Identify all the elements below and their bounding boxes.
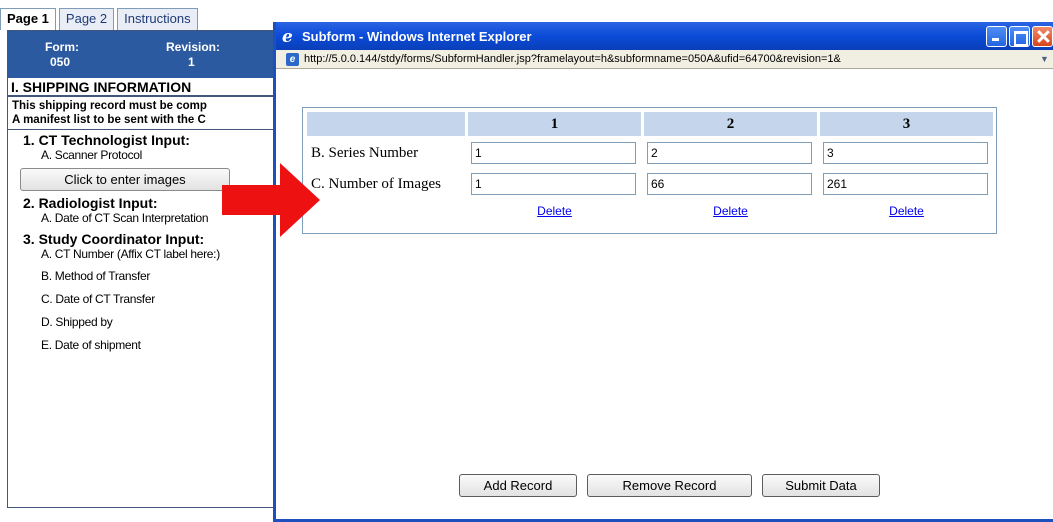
series-number-input-1[interactable]	[471, 142, 636, 164]
column-header-2: 2	[644, 112, 817, 136]
number-of-images-input-1[interactable]	[471, 173, 636, 195]
table-cell: Delete	[644, 201, 817, 221]
table-cell	[307, 201, 465, 221]
table-cell	[644, 139, 817, 167]
maximize-icon[interactable]	[1009, 26, 1030, 47]
table-cell: Delete	[820, 201, 993, 221]
date-ct-transfer-label: C. Date of CT Transfer	[41, 292, 155, 306]
form-value: 050	[50, 55, 71, 69]
table-cell	[644, 170, 817, 198]
revision-value: 1	[188, 55, 195, 69]
address-url[interactable]: http://5.0.0.144/stdy/forms/SubformHandl…	[304, 53, 841, 65]
ie-logo-icon: e	[282, 27, 293, 47]
tab-instructions[interactable]: Instructions	[117, 8, 198, 30]
delete-row: Delete Delete Delete	[307, 201, 993, 221]
subform-table: 1 2 3 B. Series Number C. Number of Imag…	[304, 109, 996, 224]
table-cell	[820, 170, 993, 198]
series-number-input-2[interactable]	[647, 142, 812, 164]
ct-number-label: A. CT Number (Affix CT label here:)	[41, 247, 220, 261]
ct-technologist-heading: 1. CT Technologist Input:	[23, 132, 190, 148]
series-number-label: B. Series Number	[311, 144, 419, 161]
page-icon: e	[286, 53, 299, 66]
remove-record-button[interactable]: Remove Record	[587, 474, 752, 497]
table-row: C. Number of Images	[307, 170, 993, 198]
number-of-images-label: C. Number of Images	[311, 175, 441, 192]
submit-data-button[interactable]: Submit Data	[762, 474, 880, 497]
column-header-blank	[307, 112, 465, 136]
notice-line-1: This shipping record must be comp	[12, 100, 207, 112]
number-of-images-input-3[interactable]	[823, 173, 988, 195]
number-of-images-input-2[interactable]	[647, 173, 812, 195]
delete-link-2[interactable]: Delete	[713, 204, 748, 218]
table-row: B. Series Number	[307, 139, 993, 167]
date-of-shipment-label: E. Date of shipment	[41, 338, 141, 352]
tab-page-1[interactable]: Page 1	[0, 8, 56, 30]
form-panel: Form: 050 Revision: 1 I. SHIPPING INFORM…	[7, 30, 277, 508]
chevron-down-icon[interactable]: ▼	[1036, 50, 1053, 68]
revision-label: Revision:	[166, 40, 221, 54]
window-titlebar[interactable]: e Subform - Windows Internet Explorer	[276, 22, 1053, 50]
enter-images-button[interactable]: Click to enter images	[20, 168, 230, 191]
minimize-icon[interactable]	[986, 26, 1007, 47]
address-bar[interactable]: e http://5.0.0.144/stdy/forms/SubformHan…	[276, 50, 1053, 69]
form-label: Form:	[45, 40, 79, 54]
table-cell: Delete	[468, 201, 641, 221]
delete-link-1[interactable]: Delete	[537, 204, 572, 218]
table-cell	[468, 139, 641, 167]
table-cell	[820, 139, 993, 167]
arrow-shape	[222, 163, 320, 237]
shipping-notice: This shipping record must be comp A mani…	[8, 96, 277, 130]
subform-window: e Subform - Windows Internet Explorer e …	[273, 22, 1053, 522]
tab-page-2[interactable]: Page 2	[58, 8, 115, 30]
table-cell	[468, 170, 641, 198]
notice-line-2: A manifest list to be sent with the C	[12, 114, 206, 126]
section-title: I. SHIPPING INFORMATION	[8, 78, 277, 96]
header-row: 1 2 3	[307, 112, 993, 136]
action-buttons: Add Record Remove Record Submit Data	[459, 474, 890, 497]
series-number-input-3[interactable]	[823, 142, 988, 164]
column-header-1: 1	[468, 112, 641, 136]
form-header: Form: 050 Revision: 1	[8, 31, 277, 78]
close-icon[interactable]	[1032, 26, 1053, 47]
subform-grid: 1 2 3 B. Series Number C. Number of Imag…	[302, 107, 997, 234]
window-title: Subform - Windows Internet Explorer	[302, 29, 532, 44]
column-header-3: 3	[820, 112, 993, 136]
tab-bar: Page 1 Page 2 Instructions	[0, 8, 201, 30]
red-arrow-icon	[222, 163, 320, 237]
shipped-by-label: D. Shipped by	[41, 315, 113, 329]
scanner-protocol-label: A. Scanner Protocol	[41, 148, 143, 162]
method-of-transfer-label: B. Method of Transfer	[41, 269, 151, 283]
delete-link-3[interactable]: Delete	[889, 204, 924, 218]
add-record-button[interactable]: Add Record	[459, 474, 577, 497]
